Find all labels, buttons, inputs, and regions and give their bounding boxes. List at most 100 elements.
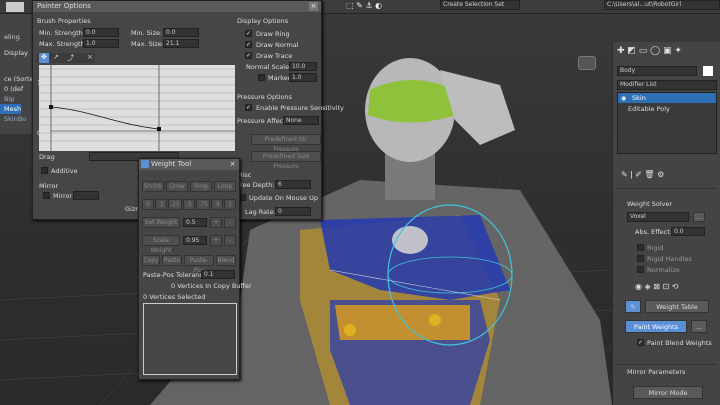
weight-09-button[interactable]: .9 [211, 199, 223, 210]
curve-toolbar[interactable]: ✥ ↗ ⤴ × [37, 53, 95, 63]
scale-point-icon[interactable]: ↗ [53, 53, 59, 61]
rigid-handles-checkbox[interactable] [637, 255, 644, 262]
tolerance-label: Paste-Pos Tolerance [143, 271, 208, 279]
paint-tool-icon[interactable]: ✎ [625, 300, 641, 313]
paint-weights-button[interactable]: Paint Weights [625, 320, 687, 333]
scene-explorer: eling Display ce (Sorted 0 (def Bip Mesh… [0, 14, 38, 134]
min-strength-field[interactable]: 0.0 [83, 28, 119, 37]
weight-0-button[interactable]: 0 [142, 199, 154, 210]
list-item[interactable]: Bip [0, 94, 14, 104]
tolerance-field[interactable]: 0.1 [201, 270, 235, 279]
set-weight-field[interactable]: 0.5 [183, 218, 207, 227]
mirror-params-label[interactable]: Mirror Parameters [627, 368, 685, 376]
lag-rate-field[interactable]: 0 [275, 207, 311, 216]
blend-button[interactable]: Blend [216, 255, 236, 266]
list-item[interactable]: SkinBo [0, 114, 26, 124]
weight-1-button[interactable]: 1 [224, 199, 236, 210]
move-point-icon[interactable]: ✥ [39, 53, 49, 63]
max-size-field[interactable]: 21.1 [163, 39, 199, 48]
mirror-mode-button[interactable]: Mirror Mode [633, 386, 703, 399]
modifier-list-dropdown[interactable]: Modifier List [617, 80, 717, 90]
draw-ring-checkbox[interactable]: ✓ [245, 30, 252, 37]
selection-set-dropdown[interactable]: Create Selection Set [440, 0, 520, 10]
weight-01-button[interactable]: .1 [155, 199, 167, 210]
tab-modeling[interactable]: eling [0, 32, 20, 42]
vertex-weight-list[interactable] [143, 303, 237, 375]
rigid-checkbox[interactable] [637, 244, 644, 251]
close-icon[interactable]: × [228, 160, 237, 169]
insert-point-icon[interactable]: ⤴ [67, 53, 74, 63]
divider [617, 364, 717, 365]
predefined-str-pressure-button[interactable]: Predefined Str Pressure [251, 134, 321, 153]
falloff-curve-graph[interactable] [39, 65, 235, 151]
project-path[interactable]: C:\Users\al...ut\RobotGirl [604, 0, 720, 10]
object-color-swatch[interactable] [703, 66, 713, 76]
weight-075-button[interactable]: .75 [196, 199, 210, 210]
stack-tools[interactable]: ✎ ǀ ✐ 🗑 ⚙ [621, 170, 715, 180]
scale-minus-button[interactable]: - [224, 235, 236, 246]
predefined-size-pressure-button[interactable]: Predefined Size Pressure [251, 151, 321, 170]
eye-icon[interactable]: ◉ [621, 95, 626, 102]
paint-options-button[interactable]: ... [691, 320, 707, 333]
scale-weight-field[interactable]: 0.95 [183, 236, 207, 245]
paint-blend-checkbox[interactable]: ✓ [637, 339, 644, 346]
rigid-handles-label: Rigid Handles [647, 255, 692, 263]
brush-properties-label: Brush Properties [37, 17, 91, 25]
normal-scale-label: Normal Scale: [246, 63, 292, 71]
toolbar-icons[interactable]: ⬚ ✎ ⚓ ◐ [346, 1, 426, 13]
set-weight-button[interactable]: Set Weight [142, 217, 180, 228]
enable-pressure-checkbox[interactable]: ✓ [245, 104, 252, 111]
tree-depth-field[interactable]: 6 [275, 180, 311, 189]
list-item[interactable]: Mesh [0, 104, 22, 114]
minus-button[interactable]: - [224, 217, 236, 228]
tree-depth-label: Tree Depth: [237, 181, 275, 189]
falloff-curve[interactable] [39, 65, 235, 151]
grow-button[interactable]: Grow [166, 181, 188, 192]
stack-item-skin[interactable]: Skin [618, 93, 716, 103]
marker-checkbox[interactable] [258, 74, 265, 81]
update-on-mouse-up-label: Update On Mouse Up [249, 194, 318, 202]
marker-field[interactable]: 1.0 [289, 73, 317, 82]
normalize-checkbox[interactable] [637, 266, 644, 273]
weight-table-button[interactable]: Weight Table [645, 300, 709, 313]
weight-05-button[interactable]: .5 [183, 199, 195, 210]
copy-button[interactable]: Copy [142, 255, 160, 266]
plus-button[interactable]: + [210, 217, 222, 228]
weight-solver-label: Weight Solver [627, 200, 673, 208]
paste-pos-button[interactable]: Paste-Pos [184, 255, 214, 274]
normal-scale-field[interactable]: 10.0 [289, 62, 317, 71]
object-name-field[interactable]: Body [617, 66, 697, 76]
min-size-field[interactable]: 0.0 [163, 28, 199, 37]
shrink-button[interactable]: Shrink [142, 181, 164, 192]
rigid-label: Rigid [647, 244, 664, 252]
scale-weight-button[interactable]: Scale Weight [142, 235, 180, 254]
viewcube-icon[interactable] [578, 56, 596, 70]
enable-pressure-label: Enable Pressure Sensitivity [256, 104, 344, 112]
ring-button[interactable]: Ring [190, 181, 212, 192]
additive-checkbox[interactable] [41, 167, 48, 174]
solver-options-button[interactable]: ... [693, 212, 705, 222]
command-tabs[interactable]: ✚ ◩ ▭ ◯ ▣ ✦ [617, 46, 717, 58]
dialog-title[interactable]: Weight Tool [139, 159, 239, 170]
max-strength-field[interactable]: 1.0 [83, 39, 119, 48]
brush-shape-icons[interactable]: ◉ ◈ ⊠ ⊡ ⟲ [635, 282, 709, 292]
update-on-mouse-up-checkbox[interactable] [239, 194, 246, 201]
tab-display[interactable]: Display [0, 48, 28, 58]
weight-025-button[interactable]: .25 [168, 199, 182, 210]
scale-plus-button[interactable]: + [210, 235, 222, 246]
pressure-affects-dropdown[interactable]: None [283, 116, 319, 125]
lag-rate-label: Lag Rate: [245, 208, 276, 216]
draw-normal-checkbox[interactable]: ✓ [245, 41, 252, 48]
close-icon[interactable]: × [309, 2, 318, 11]
dialog-title[interactable]: Painter Options [33, 1, 321, 12]
list-item[interactable]: 0 (def [0, 84, 23, 94]
stack-item-editable-poly[interactable]: Editable Poly [618, 104, 716, 114]
draw-trace-checkbox[interactable]: ✓ [245, 52, 252, 59]
loop-button[interactable]: Loop [214, 181, 236, 192]
paste-button[interactable]: Paste [162, 255, 182, 266]
abs-effect-field[interactable]: 0.0 [671, 227, 705, 236]
mirror-axis-dropdown[interactable] [73, 191, 99, 200]
mirror-checkbox[interactable] [43, 192, 50, 199]
solver-type-dropdown[interactable]: Voxel [627, 212, 689, 222]
delete-point-icon[interactable]: × [87, 53, 93, 61]
